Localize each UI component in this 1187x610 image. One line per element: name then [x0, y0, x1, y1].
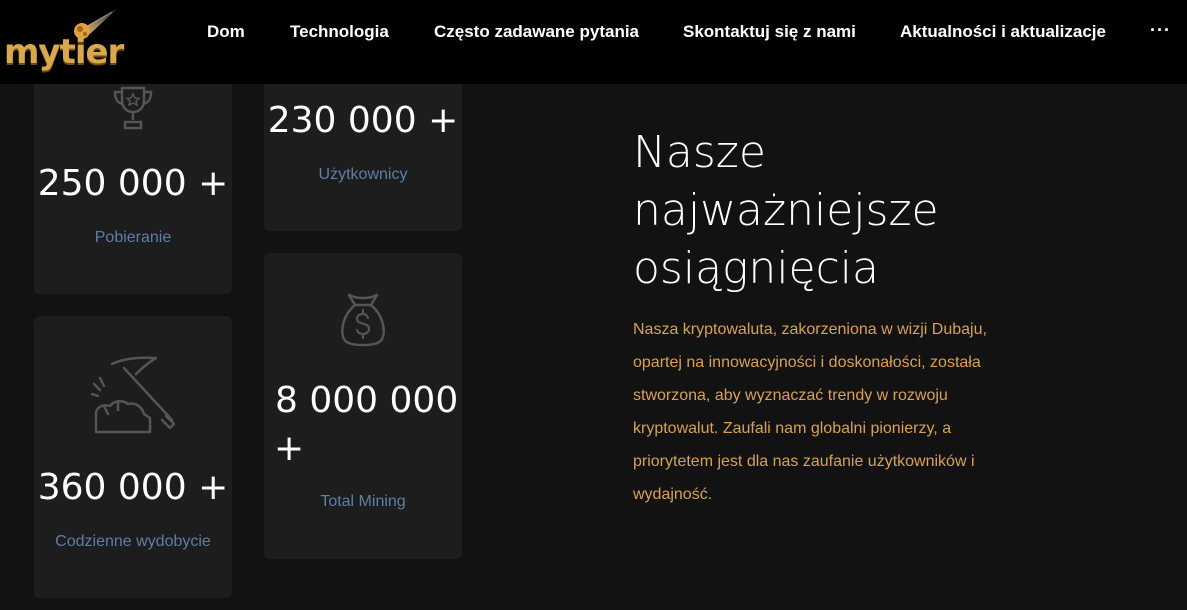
- page: mytier Dom Technologia Często zadawane p…: [0, 0, 1187, 610]
- stat-value: 8 000 000: [275, 380, 459, 421]
- stat-value: 360 000 +: [37, 467, 229, 508]
- nav-item-dom[interactable]: Dom: [207, 22, 245, 42]
- site-header: mytier Dom Technologia Często zadawane p…: [0, 0, 1187, 84]
- stat-value: 230 000 +: [267, 100, 459, 141]
- section-title: Nasze najważniejsze osiągnięcia: [633, 124, 993, 298]
- stat-value-plus: +: [274, 428, 305, 469]
- pickaxe-icon: [90, 356, 176, 434]
- nav-item-technologia[interactable]: Technologia: [290, 22, 389, 42]
- nav-item-faq[interactable]: Często zadawane pytania: [434, 22, 639, 42]
- section-title-line: najważniejsze: [633, 185, 939, 236]
- stat-label: Codzienne wydobycie: [55, 533, 211, 550]
- nav-item-news[interactable]: Aktualności i aktualizacje: [900, 22, 1106, 42]
- nav-more-icon[interactable]: ···: [1150, 20, 1171, 41]
- money-bag-icon: [341, 293, 385, 347]
- stat-card-total-mining: 8 000 000 + Total Mining: [264, 253, 462, 559]
- stat-label: Total Mining: [320, 493, 406, 510]
- section-description: Nasza kryptowaluta, zakorzeniona w wizji…: [633, 321, 987, 503]
- stat-value: 250 000 +: [37, 163, 229, 204]
- stat-label: Użytkownicy: [318, 166, 408, 183]
- section-title-line: Nasze: [633, 127, 766, 178]
- nav-item-contact[interactable]: Skontaktuj się z nami: [683, 22, 856, 42]
- trophy-icon: [113, 86, 153, 130]
- main-nav: Dom Technologia Często zadawane pytania …: [0, 0, 1187, 66]
- stat-card-daily-mining: 360 000 + Codzienne wydobycie: [34, 316, 232, 598]
- section-title-line: osiągnięcia: [633, 243, 879, 294]
- stat-label: Pobieranie: [94, 229, 172, 246]
